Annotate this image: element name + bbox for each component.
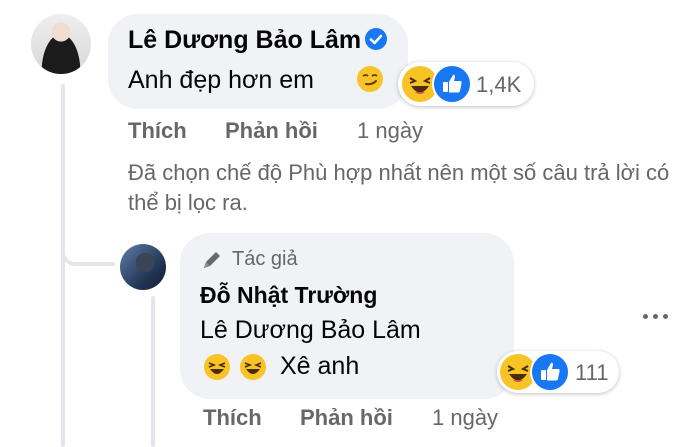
more-options-icon[interactable]	[640, 306, 672, 326]
reply-actions: Thích Phản hồi 1 ngày	[203, 405, 523, 431]
reply-button[interactable]: Phản hồi	[300, 405, 393, 431]
pencil-icon	[200, 248, 224, 277]
author-badge-label: Tác giả	[232, 248, 298, 270]
comment-timestamp[interactable]: 1 ngày	[357, 118, 423, 144]
reply-timestamp[interactable]: 1 ngày	[432, 405, 498, 431]
comment-author-name[interactable]: Lê Dương Bảo Lâm	[128, 26, 361, 55]
thread-line	[61, 84, 65, 447]
avatar-replier[interactable]	[120, 244, 166, 290]
like-reaction-icon	[432, 64, 472, 104]
reaction-summary[interactable]: 1,4K	[398, 62, 534, 106]
like-button[interactable]: Thích	[203, 405, 262, 431]
like-button[interactable]: Thích	[128, 118, 187, 144]
reply-mention-tag[interactable]: Lê Dương Bảo Lâm	[200, 316, 421, 345]
reply-button[interactable]: Phản hồi	[225, 118, 318, 144]
reply-connector-line	[61, 230, 115, 266]
reaction-count: 1,4K	[476, 72, 522, 97]
avatar-commenter[interactable]	[31, 14, 91, 74]
laughing-emoji-icon	[204, 354, 230, 380]
reply-reaction-summary[interactable]: 111	[497, 351, 619, 393]
laughing-emoji-icon	[240, 354, 266, 380]
comment-text: Anh đẹp hơn em	[128, 66, 314, 94]
comment-actions: Thích Phản hồi 1 ngày	[128, 118, 448, 144]
reply-thread-line	[151, 296, 155, 447]
reply-reaction-count: 111	[575, 360, 609, 385]
reply-author-name[interactable]: Đỗ Nhật Trường	[200, 282, 377, 309]
filter-notice: Đã chọn chế độ Phù hợp nhất nên một số c…	[128, 160, 670, 215]
verified-badge-icon	[365, 28, 387, 50]
reply-text: Xê anh	[280, 352, 360, 380]
like-reaction-icon	[530, 352, 570, 392]
smirk-emoji-icon	[357, 66, 383, 92]
